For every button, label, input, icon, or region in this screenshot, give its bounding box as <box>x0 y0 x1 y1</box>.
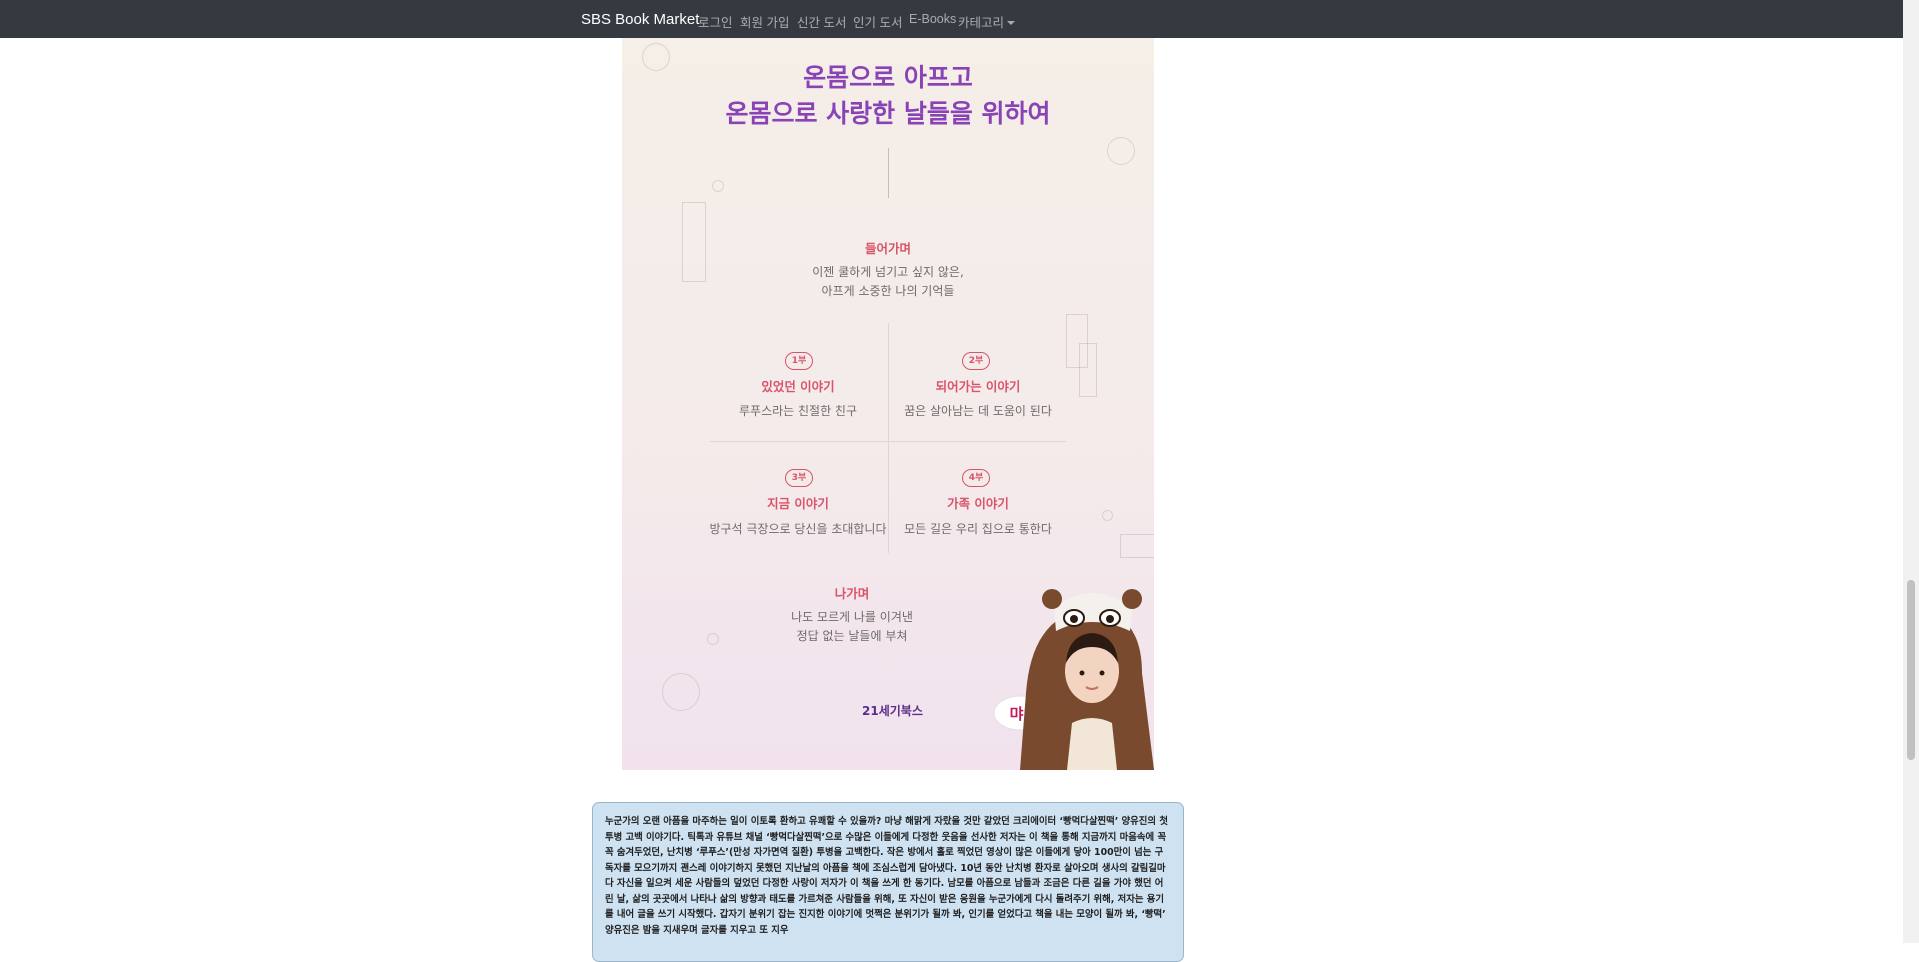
author-photo: 먀! <box>993 589 1154 770</box>
poster-title-line2: 온몸으로 사랑한 날들을 위하여 <box>725 99 1051 128</box>
decor-circle <box>662 673 700 711</box>
part2-text: 꿈은 살아남는 데 도움이 된다 <box>904 404 1052 418</box>
part4-badge: 4부 <box>962 469 990 487</box>
divider-vertical <box>888 148 889 198</box>
part3-text: 방구석 극장으로 당신을 초대합니다 <box>709 522 887 536</box>
caret-down-icon <box>1007 21 1016 25</box>
nav-new-books[interactable]: 신간 도서 <box>797 12 846 31</box>
book-description-box: 누군가의 오랜 아픔을 마주하는 일이 이토록 환하고 유쾌할 수 있을까? 마… <box>592 802 1184 962</box>
eye-right <box>1099 670 1105 676</box>
costume-pupil-left <box>1070 615 1078 623</box>
costume-ear-left <box>1042 589 1062 609</box>
outro-text-line2: 정답 없는 날들에 부쳐 <box>796 629 908 643</box>
decor-circle <box>1102 510 1113 521</box>
decor-rect <box>1120 534 1154 558</box>
top-navbar: SBS Book Market 로그인 회원 가입 신간 도서 인기 도서 E-… <box>0 0 1903 38</box>
intro-text-line1: 이젠 쿨하게 넘기고 싶지 않은, <box>812 265 964 279</box>
part1-title: 있었던 이야기 <box>761 379 835 394</box>
decor-circle <box>707 633 719 645</box>
part2-badge: 2부 <box>962 352 990 370</box>
part1-badge: 1부 <box>785 352 813 370</box>
decor-rect <box>1079 343 1097 397</box>
navbar-brand[interactable]: SBS Book Market <box>581 11 699 28</box>
nav-category-dropdown[interactable]: 카테고리 <box>958 12 1016 31</box>
part4-text: 모든 길은 우리 집으로 통한다 <box>904 522 1052 536</box>
nav-login[interactable]: 로그인 <box>698 12 733 31</box>
costume-pupil-right <box>1106 615 1114 623</box>
eye-left <box>1079 670 1085 676</box>
divider-vertical <box>888 323 889 553</box>
divider-horizontal <box>710 441 1066 442</box>
vertical-scrollbar[interactable] <box>1903 0 1919 943</box>
scrollbar-thumb[interactable] <box>1907 580 1915 760</box>
part3-title: 지금 이야기 <box>767 496 829 511</box>
nav-signup[interactable]: 회원 가입 <box>740 12 789 31</box>
nav-ebooks[interactable]: E-Books <box>909 12 956 26</box>
decor-circle <box>1107 137 1135 165</box>
intro-text-line2: 아프게 소중한 나의 기억들 <box>821 284 955 298</box>
intro-title: 들어가며 <box>864 241 911 256</box>
part3-badge: 3부 <box>785 469 813 487</box>
decor-circle <box>712 180 724 192</box>
part1-text: 루푸스라는 친절한 친구 <box>738 404 858 418</box>
nav-category-label: 카테고리 <box>958 16 1005 30</box>
part4-title: 가족 이야기 <box>947 496 1009 511</box>
poster-title-line1: 온몸으로 아프고 <box>803 63 973 92</box>
outro-title: 나가며 <box>834 586 870 601</box>
book-description-text: 누군가의 오랜 아픔을 마주하는 일이 이토록 환하고 유쾌할 수 있을까? 마… <box>605 816 1168 936</box>
nav-popular-books[interactable]: 인기 도서 <box>853 12 902 31</box>
costume-belly <box>1067 718 1117 770</box>
part2-title: 되어가는 이야기 <box>935 379 1021 394</box>
book-detail-image: 온몸으로 아프고 온몸으로 사랑한 날들을 위하여 들어가며 이젠 쿨하게 넘기… <box>622 38 1154 770</box>
costume-ear-right <box>1122 589 1142 609</box>
outro-text-line1: 나도 모르게 나를 이겨낸 <box>791 610 913 624</box>
publisher-logo: 21세기북스 <box>862 704 923 718</box>
